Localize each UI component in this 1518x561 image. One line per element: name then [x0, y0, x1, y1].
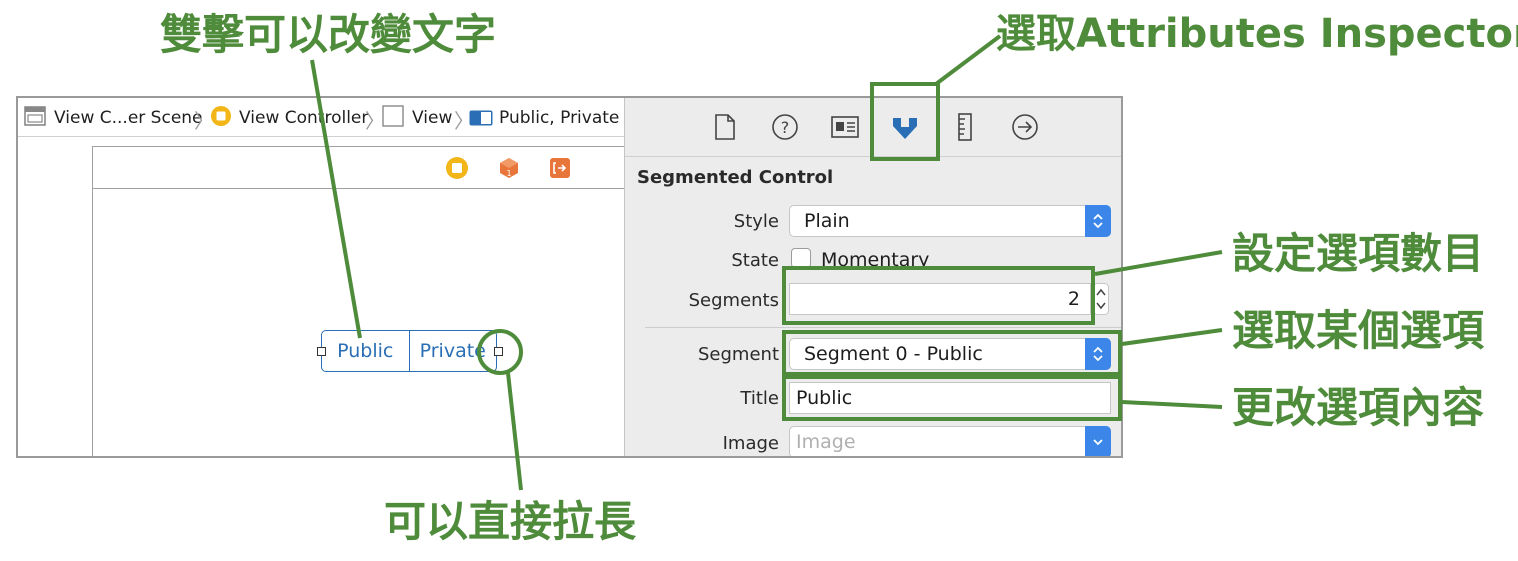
annotation-lines — [310, 34, 1223, 491]
